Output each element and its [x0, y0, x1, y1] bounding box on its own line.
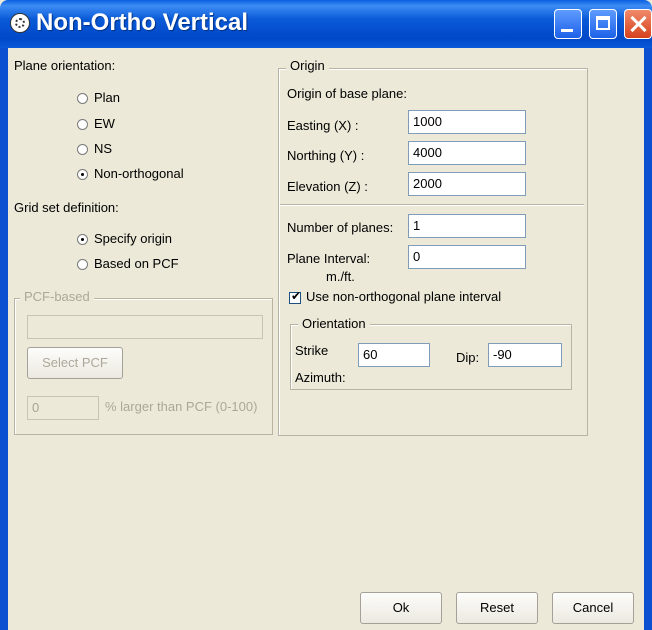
radio-plan-label: Plan — [94, 90, 121, 105]
app-icon — [10, 13, 30, 33]
easting-label: Easting (X) : — [287, 118, 359, 133]
title-bar[interactable]: Non-Ortho Vertical — [0, 0, 652, 48]
use-nonortho-checkbox[interactable] — [289, 289, 301, 304]
window-title: Non-Ortho Vertical — [36, 9, 249, 36]
radio-ns-button[interactable] — [77, 144, 88, 155]
origin-divider — [280, 204, 584, 206]
northing-label: Northing (Y) : — [287, 148, 365, 163]
origin-group-title: Origin — [286, 58, 329, 73]
strike-label: Strike — [295, 343, 329, 358]
radio-based-on-pcf-label: Based on PCF — [94, 256, 179, 271]
dialog-body: Plane orientation: Plan EW NS Non-orthog… — [8, 48, 644, 630]
use-nonortho-label: Use non-orthogonal plane interval — [306, 289, 502, 304]
elevation-input[interactable]: 2000 — [408, 172, 526, 196]
radio-specify-origin-button[interactable] — [77, 234, 88, 245]
radio-ew-label: EW — [94, 116, 115, 131]
window-frame-left — [0, 48, 8, 630]
dip-label: Dip: — [456, 350, 480, 365]
radio-ns-label: NS — [94, 141, 113, 156]
larger-than-pcf-label: % larger than PCF (0-100) — [105, 399, 258, 414]
number-of-planes-label: Number of planes: — [287, 220, 394, 235]
dip-input[interactable]: -90 — [488, 343, 562, 367]
dialog-window: Non-Ortho Vertical Plane orientation: Pl… — [0, 0, 652, 630]
window-frame-right — [644, 48, 652, 630]
orientation-group-title: Orientation — [298, 316, 370, 331]
cancel-button[interactable]: Cancel — [552, 592, 634, 624]
origin-subtitle: Origin of base plane: — [287, 86, 407, 101]
reset-button[interactable]: Reset — [456, 592, 538, 624]
close-button[interactable] — [624, 9, 652, 39]
select-pcf-button[interactable]: Select PCF — [27, 347, 123, 379]
plane-orientation-label: Plane orientation: — [14, 58, 116, 73]
pcf-based-group-title: PCF-based — [20, 289, 94, 304]
number-of-planes-input[interactable]: 1 — [408, 214, 526, 238]
minimize-button[interactable] — [554, 9, 582, 39]
strike-azimuth-input[interactable]: 60 — [358, 343, 430, 367]
radio-ew-button[interactable] — [77, 119, 88, 130]
grid-set-label: Grid set definition: — [14, 200, 119, 215]
larger-than-pcf-input[interactable]: 0 — [27, 396, 99, 420]
plane-interval-input[interactable]: 0 — [408, 245, 526, 269]
radio-plan-button[interactable] — [77, 93, 88, 104]
plane-interval-label: Plane Interval: — [287, 251, 371, 266]
radio-specify-origin-label: Specify origin — [94, 231, 173, 246]
radio-non-orthogonal-label: Non-orthogonal — [94, 166, 184, 181]
pcf-file-field[interactable] — [27, 315, 263, 339]
radio-non-orthogonal-button[interactable] — [77, 169, 88, 180]
plane-interval-unit: m./ft. — [326, 269, 355, 284]
maximize-button[interactable] — [589, 9, 617, 39]
radio-based-on-pcf-button[interactable] — [77, 259, 88, 270]
northing-input[interactable]: 4000 — [408, 141, 526, 165]
elevation-label: Elevation (Z) : — [287, 179, 368, 194]
azimuth-label: Azimuth: — [295, 370, 346, 385]
ok-button[interactable]: Ok — [360, 592, 442, 624]
easting-input[interactable]: 1000 — [408, 110, 526, 134]
